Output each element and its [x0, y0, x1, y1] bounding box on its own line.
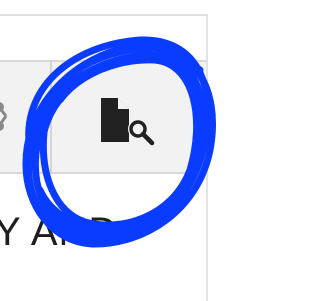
- document-search-button[interactable]: [96, 96, 160, 148]
- toolbar-separator: [50, 60, 52, 174]
- heading-fragment: Y AND: [0, 210, 119, 254]
- top-divider: [0, 14, 208, 16]
- share-icon[interactable]: [0, 96, 12, 136]
- panel-right-border: [206, 14, 208, 301]
- document-search-icon: [101, 98, 155, 146]
